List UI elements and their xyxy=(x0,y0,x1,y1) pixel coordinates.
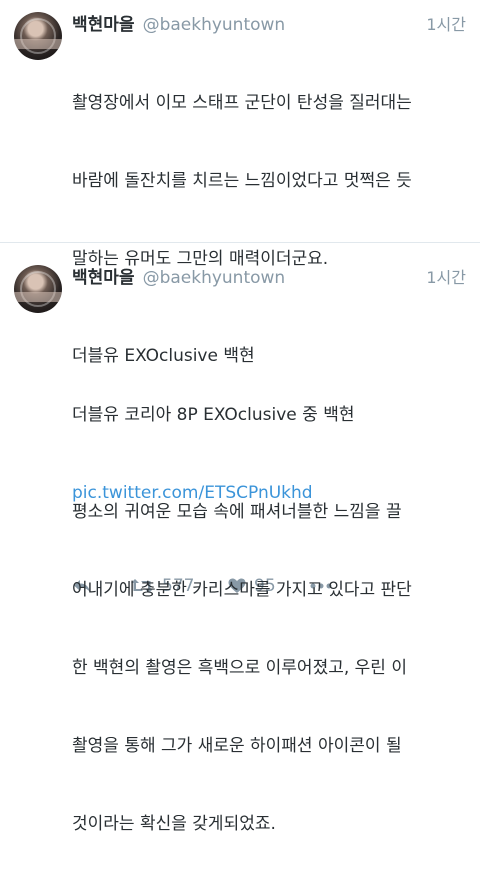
avatar-band xyxy=(14,39,62,49)
avatar[interactable] xyxy=(14,12,62,60)
avatar-band xyxy=(14,292,62,302)
tweet-text-line: 더블유 EXOclusive 백현 xyxy=(72,346,255,366)
tweet-text-line xyxy=(72,421,466,447)
tweet-text-line: 평소의 귀여운 모습 속에 패셔너블한 느낌을 끌 xyxy=(72,502,402,522)
tweet[interactable]: 백현마을 @baekhyuntown 1시간 더블유 EXOclusive 백현… xyxy=(0,243,480,834)
tweet-text-line: 어내기에 충분한 카리스마를 가지고 있다고 판단 xyxy=(72,580,412,600)
tweet[interactable]: 백현마을 @baekhyuntown 1시간 촬영장에서 이모 스태프 군단이 … xyxy=(0,0,480,596)
tweet-text-line: 한 백현의 촬영은 흑백으로 이루어졌고, 우린 이 xyxy=(72,658,407,678)
tweet-text-line: 바람에 돌잔치를 치르는 느낌이었다고 멋쩍은 듯 xyxy=(72,171,412,191)
tweet-text-line: 촬영장에서 이모 스태프 군단이 탄성을 질러대는 xyxy=(72,93,412,113)
timestamp[interactable]: 1시간 xyxy=(426,11,466,35)
display-name[interactable]: 백현마을 xyxy=(72,10,135,35)
tweet-text-line: 것이라는 확신을 갖게되었죠. xyxy=(72,814,276,834)
timestamp[interactable]: 1시간 xyxy=(426,264,466,288)
handle[interactable]: @baekhyuntown xyxy=(143,268,286,288)
tweet-header: 백현마을 @baekhyuntown 1시간 xyxy=(72,10,466,36)
tweet-header: 백현마을 @baekhyuntown 1시간 xyxy=(72,263,466,289)
avatar[interactable] xyxy=(14,265,62,313)
display-name[interactable]: 백현마을 xyxy=(72,263,135,288)
handle[interactable]: @baekhyuntown xyxy=(143,15,286,35)
tweet-text-line: 촬영을 통해 그가 새로운 하이패션 아이콘이 될 xyxy=(72,736,402,756)
tweet-text: 더블유 EXOclusive 백현 평소의 귀여운 모습 속에 패셔너블한 느낌… xyxy=(72,291,466,889)
